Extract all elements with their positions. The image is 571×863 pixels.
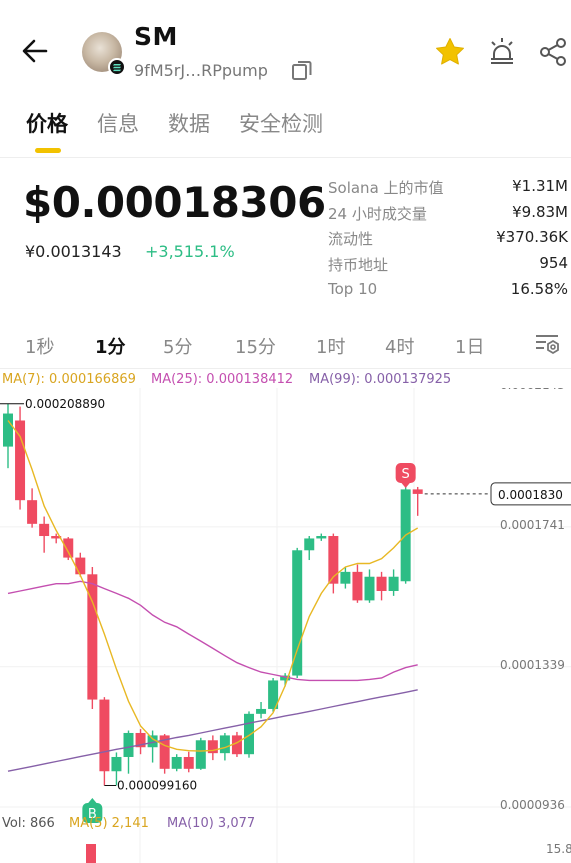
candle-body xyxy=(244,713,254,755)
candle-body xyxy=(63,538,74,558)
ma99-legend: MA(99): 0.000137925 xyxy=(309,372,452,387)
favorite-star-icon[interactable] xyxy=(434,36,466,68)
candle-body xyxy=(376,576,387,591)
current-price-label: 0.0001830 xyxy=(498,488,563,502)
stat-value-volume: ¥9.83M xyxy=(512,203,568,221)
chart-settings-icon[interactable] xyxy=(534,332,562,356)
price-alert-icon[interactable] xyxy=(486,36,518,68)
candle-body xyxy=(364,576,375,601)
candle-body xyxy=(75,557,86,575)
candle-body xyxy=(171,756,182,769)
solana-chain-icon xyxy=(108,58,126,76)
interval-1s[interactable]: 1秒 xyxy=(25,333,54,359)
candlestick-chart[interactable]: 0.0002143 0.0001741 0.0001339 0.0000936 0.00… xyxy=(0,388,571,863)
volume-legend: Vol: 866 xyxy=(2,816,55,831)
price-cny: ¥0.0013143 xyxy=(25,242,122,261)
back-arrow-icon[interactable] xyxy=(18,34,52,68)
stat-label-liquidity: 流动性 xyxy=(328,230,374,248)
candle-body xyxy=(27,500,38,524)
sell-marker-label: S xyxy=(402,467,410,482)
interval-1h[interactable]: 1时 xyxy=(316,333,345,359)
candle-body xyxy=(292,550,303,676)
divider xyxy=(0,157,571,158)
candle-body xyxy=(316,536,327,539)
volume-axis-label: 15.8 xyxy=(546,842,571,856)
ma7-legend: MA(7): 0.000166869 xyxy=(2,372,136,387)
divider xyxy=(0,368,571,369)
stat-label-market-cap: Solana 上的市值 xyxy=(328,179,444,197)
stat-value-holders: 954 xyxy=(539,254,568,272)
stat-value-top10: 16.58% xyxy=(510,280,568,298)
stat-value-market-cap: ¥1.31M xyxy=(512,177,568,195)
token-title: SM xyxy=(134,22,178,51)
candle-body xyxy=(412,489,423,494)
share-icon[interactable] xyxy=(538,36,568,68)
candle-body xyxy=(111,756,122,772)
copy-icon[interactable] xyxy=(290,58,314,82)
y-tick-label: 0.0001741 xyxy=(500,518,565,532)
stat-value-liquidity: ¥370.36K xyxy=(496,228,568,246)
y-tick-label: 0.0002143 xyxy=(500,388,565,392)
candle-body xyxy=(256,708,267,714)
ma25-legend: MA(25): 0.000138412 xyxy=(151,372,294,387)
volume-ma10-legend: MA(10) 3,077 xyxy=(167,816,256,831)
candle-body xyxy=(99,699,110,772)
candle-body xyxy=(388,576,399,591)
interval-4h[interactable]: 4时 xyxy=(385,333,414,359)
interval-1m[interactable]: 1分 xyxy=(95,333,126,359)
interval-1d[interactable]: 1日 xyxy=(455,333,484,359)
candle-body xyxy=(195,740,206,769)
interval-5m[interactable]: 5分 xyxy=(163,333,192,359)
price-usd: $0.00018306 xyxy=(23,178,326,227)
high-price-label: 0.000208890 xyxy=(25,397,105,411)
low-price-label: 0.000099160 xyxy=(117,779,197,793)
tab-price[interactable]: 价格 xyxy=(26,108,68,138)
candle-body xyxy=(123,732,134,757)
candle-body xyxy=(352,571,363,601)
price-change: +3,515.1% xyxy=(145,242,235,261)
volume-bar xyxy=(86,844,96,863)
contract-address: 9fM5rJ…RPpump xyxy=(134,61,268,80)
candle-body xyxy=(304,538,315,551)
tab-indicator xyxy=(35,148,61,153)
candle-body xyxy=(340,571,351,584)
y-tick-label: 0.0001339 xyxy=(500,658,565,672)
tab-info[interactable]: 信息 xyxy=(97,108,139,138)
y-tick-label: 0.0000936 xyxy=(500,798,565,812)
candle-body xyxy=(183,756,194,769)
stat-label-holders: 持币地址 xyxy=(328,256,389,274)
interval-15m[interactable]: 15分 xyxy=(235,333,276,359)
candle-body xyxy=(219,735,230,754)
tab-security[interactable]: 安全检测 xyxy=(239,108,323,138)
stat-label-top10: Top 10 xyxy=(328,280,378,298)
candle-body xyxy=(39,523,50,537)
volume-ma5-legend: MA(5) 2,141 xyxy=(69,816,149,831)
stat-label-volume: 24 小时成交量 xyxy=(328,205,427,223)
tab-data[interactable]: 数据 xyxy=(168,108,210,138)
candle-body xyxy=(3,413,13,447)
